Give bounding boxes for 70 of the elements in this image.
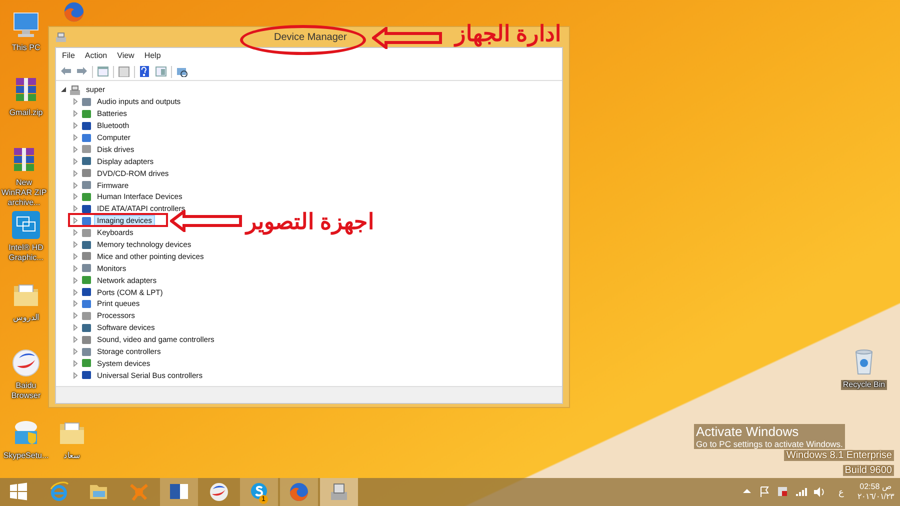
taskbar-button[interactable] xyxy=(160,478,198,506)
monitor-icon[interactable] xyxy=(11,10,41,40)
help-icon[interactable] xyxy=(139,66,151,77)
device-icon xyxy=(81,168,92,178)
icon-label: Recycle Bin xyxy=(840,380,888,390)
device-icon xyxy=(81,287,92,298)
icon-label: This PC xyxy=(12,43,40,53)
forward-arrow-icon[interactable] xyxy=(76,66,88,77)
activation-title: Activate Windows xyxy=(694,424,845,439)
device-icon xyxy=(81,298,92,309)
device-icon xyxy=(81,204,92,214)
panel-icon[interactable] xyxy=(155,66,167,77)
expanded-arrow-icon[interactable] xyxy=(60,86,67,94)
back-arrow-icon[interactable] xyxy=(60,66,72,77)
menu-item[interactable]: Help xyxy=(140,50,165,61)
device-icon xyxy=(81,322,92,333)
device-icon xyxy=(81,334,92,345)
device-icon xyxy=(81,370,92,380)
device-icon xyxy=(81,120,92,131)
icon-label: سعاد xyxy=(64,451,80,461)
device-icon xyxy=(81,132,92,142)
taskbar-button[interactable] xyxy=(320,478,358,506)
arrow xyxy=(170,210,242,232)
graphics-settings-icon[interactable] xyxy=(11,210,41,240)
edition-text: Windows 8.1 Enterprise xyxy=(784,450,894,461)
signal-bars-icon[interactable] xyxy=(794,486,807,498)
icon-label: الدروس xyxy=(13,313,39,323)
scan-monitor-icon[interactable] xyxy=(176,66,188,77)
device-icon xyxy=(81,251,92,262)
arrow xyxy=(372,27,442,49)
annotation-text: ادارة الجهاز xyxy=(455,21,562,47)
device-icon xyxy=(81,216,92,226)
device-icon xyxy=(81,228,92,238)
windows-logo-icon xyxy=(8,481,30,503)
icon-label: New WinRAR ZIP archive... xyxy=(0,178,48,208)
device-icon xyxy=(81,240,92,250)
device-icon xyxy=(81,144,92,154)
swirl-globe-icon xyxy=(208,481,230,503)
activation-text: Go to PC settings to activate Windows. xyxy=(694,439,845,449)
window-icon[interactable] xyxy=(97,66,109,77)
menu-item[interactable]: Action xyxy=(80,50,112,61)
icon-label: Baidu Browser xyxy=(10,381,42,401)
swirl-globe-icon[interactable] xyxy=(11,348,41,378)
device-icon xyxy=(81,263,92,274)
device-icon xyxy=(81,96,92,107)
fox-globe-icon[interactable] xyxy=(62,0,86,24)
device-icon xyxy=(81,358,92,368)
device-icon xyxy=(81,346,92,357)
flag-icon[interactable] xyxy=(758,486,771,498)
computer-icon xyxy=(69,84,81,95)
icon-label: SkypeSetu... xyxy=(3,451,49,461)
fox-globe-icon xyxy=(288,481,310,503)
annotation-text: اجهزة التصوير xyxy=(246,209,374,235)
device-manager-icon xyxy=(55,32,67,42)
device-icon xyxy=(81,310,92,321)
device-icon xyxy=(81,192,92,202)
menu-item[interactable]: View xyxy=(113,50,138,61)
device-icon xyxy=(81,180,92,190)
browser-logo-icon xyxy=(48,481,70,503)
device-icon xyxy=(81,275,92,286)
menu-item[interactable]: File xyxy=(58,50,79,61)
device-manager-icon xyxy=(328,481,350,503)
window-title: Device Manager xyxy=(274,32,347,43)
device-icon xyxy=(81,156,92,166)
splat-icon xyxy=(128,481,150,503)
device-icon xyxy=(81,108,92,119)
speaker-icon[interactable] xyxy=(812,486,825,498)
icon-label: Gmail.zip xyxy=(9,108,43,118)
icon-label: Intel® HD Graphic... xyxy=(8,243,44,263)
edition-text: Build 9600 xyxy=(842,465,894,476)
